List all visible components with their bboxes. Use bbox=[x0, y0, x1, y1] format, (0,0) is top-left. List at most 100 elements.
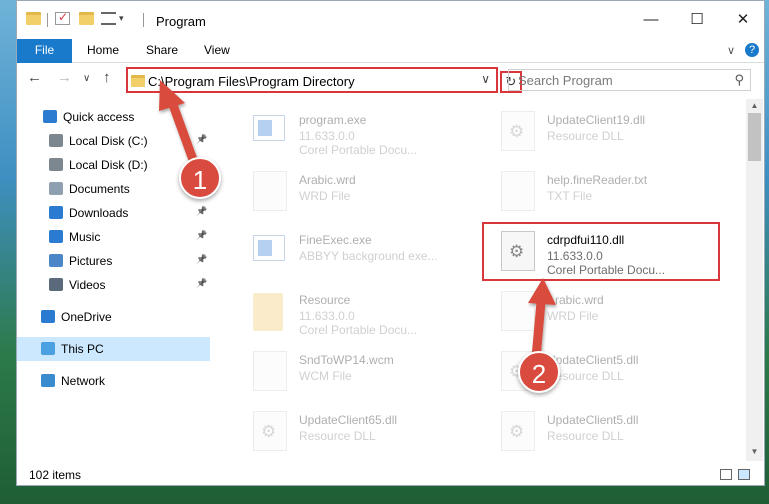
video-icon bbox=[49, 278, 63, 291]
vertical-scrollbar[interactable]: ▲ ▼ bbox=[746, 99, 763, 461]
pin-icon[interactable]: 📌 bbox=[196, 278, 207, 289]
forward-button[interactable]: → bbox=[57, 69, 72, 86]
search-icon: ⚲ bbox=[734, 72, 744, 87]
cloud-icon bbox=[41, 310, 55, 323]
close-button[interactable]: ✕ bbox=[720, 1, 764, 39]
back-button[interactable]: ← bbox=[27, 69, 42, 86]
navigation-bar: ← → ∨ ↑ C:\Program Files\Program Directo… bbox=[17, 65, 764, 95]
file-name: UpdateClient5.dll bbox=[547, 353, 639, 367]
sidebar-item-label: Quick access bbox=[63, 110, 135, 124]
tab-view[interactable]: View bbox=[204, 43, 230, 57]
properties-icon[interactable]: ✓ bbox=[55, 10, 70, 25]
step-2-badge: 2 bbox=[518, 351, 560, 393]
file-detail: Corel Portable Docu... bbox=[299, 143, 418, 157]
drive-icon bbox=[49, 158, 63, 171]
ribbon-tabs: File Home Share View ∨ ? bbox=[17, 39, 764, 63]
sidebar-item-label: Videos bbox=[69, 278, 106, 292]
file-name: UpdateClient19.dll bbox=[547, 113, 646, 127]
sidebar-item-pictures[interactable]: Pictures 📌 bbox=[17, 249, 210, 273]
file-detail: Resource DLL bbox=[299, 429, 376, 443]
up-button[interactable]: ↑ bbox=[103, 69, 111, 86]
search-placeholder: Search Program bbox=[518, 73, 613, 88]
sidebar-item-this-pc[interactable]: This PC bbox=[17, 337, 210, 361]
dll-icon: ⚙ bbox=[501, 111, 535, 151]
navigation-pane: Quick access Local Disk (C:) 📌 Local Disk (… bbox=[17, 101, 210, 457]
pin-icon[interactable]: 📌 bbox=[196, 206, 207, 217]
tab-home[interactable]: Home bbox=[87, 43, 119, 57]
tab-share[interactable]: Share bbox=[146, 43, 178, 57]
file-icon bbox=[501, 171, 535, 211]
pin-icon[interactable]: 📌 bbox=[196, 134, 207, 145]
app-icon bbox=[253, 235, 285, 261]
drive-icon bbox=[49, 134, 63, 147]
sidebar-item-label: OneDrive bbox=[61, 310, 112, 324]
gear-icon: ⚙ bbox=[261, 422, 277, 441]
file-name: Arabic.wrd bbox=[299, 173, 356, 187]
new-folder-icon[interactable] bbox=[79, 12, 94, 25]
music-icon bbox=[49, 230, 63, 243]
window-title: Program bbox=[156, 14, 206, 29]
pin-icon[interactable]: 📌 bbox=[196, 230, 207, 241]
sidebar-item-music[interactable]: Music 📌 bbox=[17, 225, 210, 249]
customize-icon[interactable] bbox=[101, 12, 116, 25]
file-name: help.fineReader.txt bbox=[547, 173, 648, 187]
sidebar-item-local-disk-c[interactable]: Local Disk (C:) 📌 bbox=[17, 129, 210, 153]
dll-icon: ⚙ bbox=[253, 411, 287, 451]
file-icon bbox=[501, 291, 535, 331]
sidebar-item-label: Downloads bbox=[69, 206, 129, 220]
chevron-down-icon[interactable]: ▾ bbox=[119, 13, 124, 24]
sidebar-item-label: Music bbox=[69, 230, 101, 244]
star-icon bbox=[43, 110, 57, 123]
sidebar-item-videos[interactable]: Videos 📌 bbox=[17, 273, 210, 297]
network-icon bbox=[41, 374, 55, 387]
file-item[interactable]: Arabic.wrd WRD File bbox=[485, 285, 725, 341]
file-item[interactable]: FineExec.exe ABBYY background exe... bbox=[237, 225, 477, 281]
pin-icon[interactable]: 📌 bbox=[196, 254, 207, 265]
maximize-button[interactable]: ☐ bbox=[674, 1, 720, 39]
details-view-icon[interactable] bbox=[720, 469, 732, 480]
file-item[interactable]: SndToWP14.wcm WCM File bbox=[237, 345, 477, 401]
scroll-down-icon[interactable]: ▼ bbox=[746, 447, 763, 456]
minimize-button[interactable]: — bbox=[628, 1, 674, 39]
file-item[interactable]: help.fineReader.txt TXT File bbox=[485, 165, 725, 221]
large-icons-view-icon[interactable] bbox=[738, 469, 750, 480]
sidebar-item-label: Local Disk (D:) bbox=[69, 158, 148, 172]
recent-locations-button[interactable]: ∨ bbox=[83, 73, 90, 84]
file-name: FineExec.exe bbox=[299, 233, 372, 247]
file-item[interactable]: program.exe 11.633.0.0 Corel Portable Docu… bbox=[237, 105, 477, 161]
address-path: C:\Program Files\Program Directory bbox=[148, 74, 355, 89]
file-name: UpdateClient65.dll bbox=[299, 413, 398, 427]
file-detail: 11.633.0.0 bbox=[299, 129, 355, 143]
file-item[interactable]: ⚙ UpdateClient65.dll Resource DLL bbox=[237, 405, 477, 461]
address-bar[interactable]: C:\Program Files\Program Directory ∨ bbox=[126, 67, 498, 93]
dll-icon: ⚙ bbox=[501, 411, 535, 451]
item-count: 102 items bbox=[29, 468, 82, 482]
file-name: program.exe bbox=[299, 113, 367, 127]
chevron-down-icon[interactable]: ∨ bbox=[481, 72, 490, 86]
sidebar-item-downloads[interactable]: Downloads 📌 bbox=[17, 201, 210, 225]
sidebar-item-onedrive[interactable]: OneDrive bbox=[17, 305, 210, 329]
file-item[interactable]: ⚙ UpdateClient5.dll Resource DLL bbox=[485, 405, 725, 461]
file-detail: WCM File bbox=[299, 369, 352, 383]
tab-file[interactable]: File bbox=[17, 39, 72, 63]
gear-icon: ⚙ bbox=[509, 122, 525, 141]
sidebar-item-label: Network bbox=[61, 374, 106, 388]
expand-ribbon-icon[interactable]: ∨ bbox=[727, 44, 735, 57]
file-detail: Resource DLL bbox=[547, 429, 624, 443]
sidebar-item-network[interactable]: Network bbox=[17, 369, 210, 393]
help-icon[interactable]: ? bbox=[745, 43, 759, 57]
sidebar-item-quick-access[interactable]: Quick access bbox=[17, 105, 210, 129]
search-input[interactable]: Search Program ⚲ bbox=[508, 69, 751, 91]
sidebar-item-label: This PC bbox=[61, 342, 104, 356]
file-detail: Resource DLL bbox=[547, 129, 624, 143]
file-item[interactable]: ⚙ UpdateClient19.dll Resource DLL bbox=[485, 105, 725, 161]
divider bbox=[143, 13, 144, 27]
sidebar-item-label: Pictures bbox=[69, 254, 113, 268]
scrollbar-thumb[interactable] bbox=[748, 113, 761, 161]
scroll-up-icon[interactable]: ▲ bbox=[746, 101, 763, 110]
file-name: UpdateClient5.dll bbox=[547, 413, 639, 427]
file-item[interactable]: Resource 11.633.0.0 Corel Portable Docu... bbox=[237, 285, 477, 341]
status-bar: 102 items bbox=[17, 463, 764, 485]
file-detail: Corel Portable Docu... bbox=[299, 323, 418, 337]
file-item[interactable]: Arabic.wrd WRD File bbox=[237, 165, 477, 221]
